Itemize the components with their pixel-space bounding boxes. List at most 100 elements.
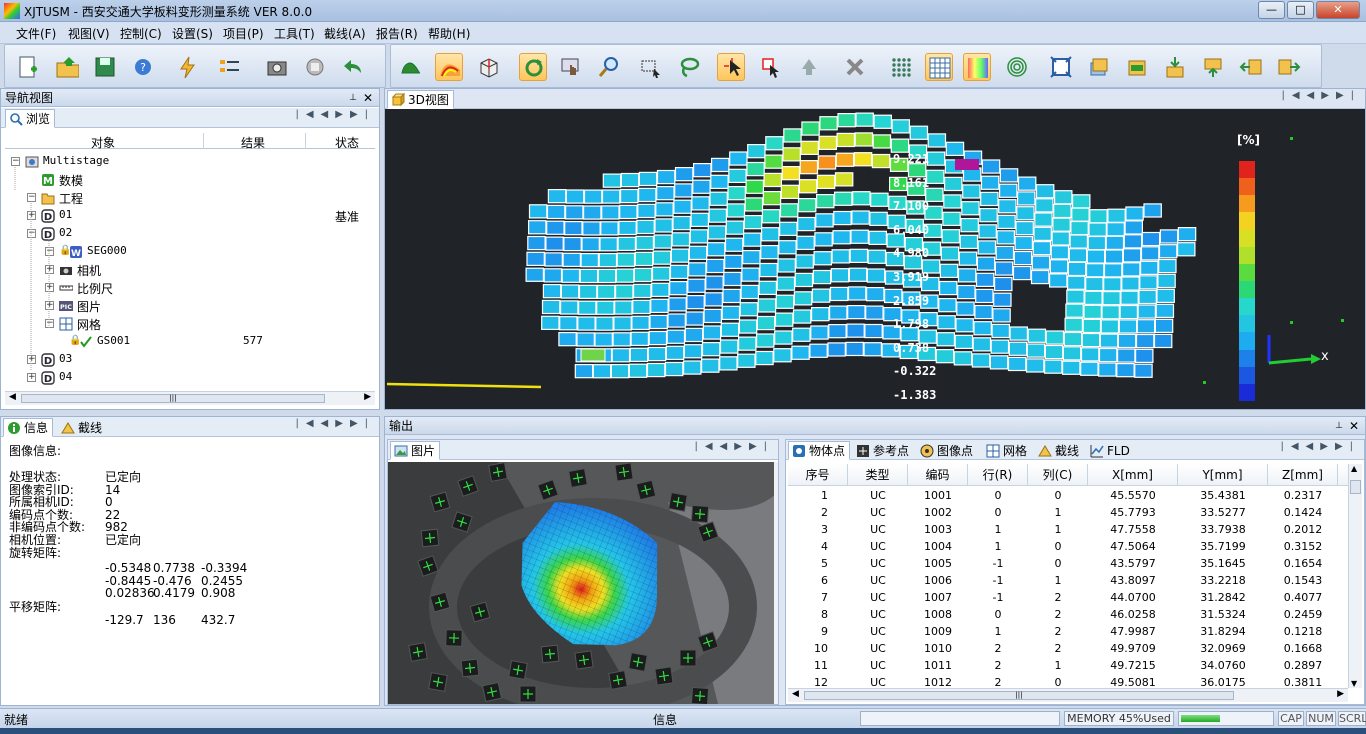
tree-item-工程[interactable]: − 工程 (1, 189, 377, 207)
help-button[interactable]: ? (129, 53, 157, 81)
points-vscroll-thumb[interactable] (1350, 480, 1361, 494)
view3d-nav-arrows[interactable]: |◀◀▶▶| (1282, 90, 1362, 101)
camera-button[interactable] (263, 53, 291, 81)
deformation-surface[interactable] (385, 111, 1365, 409)
image-nav-arrows[interactable]: |◀◀▶▶| (695, 441, 775, 452)
spiral-button[interactable] (1003, 53, 1031, 81)
model-shape-button[interactable] (397, 53, 425, 81)
collapse-icon[interactable]: − (45, 319, 54, 328)
tab-nav-arrows[interactable]: |◀◀▶▶| (296, 109, 376, 120)
col-column[interactable]: 列(C) (1028, 464, 1088, 486)
pointer-button[interactable] (717, 53, 745, 81)
zoom-button[interactable] (595, 53, 623, 81)
cube-button[interactable] (475, 53, 503, 81)
tab-reference-points[interactable]: 参考点 (852, 441, 914, 460)
points-grid-button[interactable] (887, 53, 915, 81)
rotate-button[interactable] (519, 53, 547, 81)
collapse-icon[interactable]: − (27, 229, 36, 238)
new-file-button[interactable] (13, 53, 41, 81)
tab-section[interactable]: 截线 (1034, 441, 1084, 460)
view-left-button[interactable] (1237, 53, 1265, 81)
tab-object-points[interactable]: 物体点 (788, 441, 851, 460)
open-folder-button[interactable] (53, 53, 81, 81)
undo-button[interactable] (339, 53, 367, 81)
collapse-icon[interactable]: − (45, 247, 54, 256)
menu-tools[interactable]: 工具(T) (274, 25, 315, 42)
tree-item-gs001[interactable]: 🔒 GS001 577 (1, 333, 377, 351)
expand-icon[interactable]: + (45, 283, 54, 292)
tree-item-比例尺[interactable]: + 比例尺 (1, 279, 377, 297)
menu-settings[interactable]: 设置(S) (172, 25, 213, 42)
tree-item-multistage[interactable]: − Multistage (1, 153, 377, 171)
menu-help[interactable]: 帮助(H) (428, 25, 470, 42)
delete-button[interactable] (841, 53, 869, 81)
image-scrollbar[interactable] (774, 462, 778, 704)
col-index[interactable]: 序号 (788, 464, 848, 486)
table-row[interactable]: 10 UC 1010 2 2 49.9709 32.0969 0.1668 0. (788, 640, 1348, 657)
select-point-button[interactable] (757, 53, 785, 81)
menu-file[interactable]: 文件(F) (16, 25, 56, 42)
col-x[interactable]: X[mm] (1088, 464, 1178, 486)
col-z[interactable]: Z[mm] (1268, 464, 1338, 486)
tree-item-网格[interactable]: − 网格 (1, 315, 377, 333)
table-row[interactable]: 1 UC 1001 0 0 45.5570 35.4381 0.2317 0. (788, 487, 1348, 504)
fit-view-button[interactable] (1047, 53, 1075, 81)
surface-contour-button[interactable] (435, 53, 463, 81)
tab-browse[interactable]: 浏览 (5, 109, 56, 128)
collapse-icon[interactable]: − (27, 193, 36, 202)
tab-info[interactable]: 信息 (3, 418, 54, 437)
stop-button[interactable] (301, 53, 329, 81)
points-hscroll-thumb[interactable]: ||| (804, 691, 1234, 700)
col-object[interactable]: 对象 (91, 134, 115, 151)
output-close-icon[interactable]: ✕ (1349, 417, 1359, 435)
table-row[interactable]: 11 UC 1011 2 1 49.7215 34.0760 0.2897 0. (788, 657, 1348, 674)
table-row[interactable]: 5 UC 1005 -1 0 43.5797 35.1645 0.1654 0. (788, 555, 1348, 572)
tab-image[interactable]: 图片 (390, 441, 441, 460)
view-top-button[interactable] (1123, 53, 1151, 81)
list-button[interactable] (215, 53, 243, 81)
col-result[interactable]: 结果 (241, 134, 265, 151)
pan-hand-button[interactable] (557, 53, 585, 81)
lasso-button[interactable] (675, 53, 703, 81)
tree-item-seg000[interactable]: − 🔒 W SEG000 (1, 243, 377, 261)
col-code[interactable]: 编码 (908, 464, 968, 486)
tab-section-line[interactable]: 截线 (57, 418, 107, 437)
tree-item-02[interactable]: − D 02 (1, 225, 377, 243)
tree-item-数模[interactable]: M 数模 (1, 171, 377, 189)
tab-fld[interactable]: FLD (1086, 441, 1135, 460)
col-type[interactable]: 类型 (848, 464, 908, 486)
table-row[interactable]: 9 UC 1009 1 2 47.9987 31.8294 0.1218 0. (788, 623, 1348, 640)
mesh-grid-button[interactable] (925, 53, 953, 81)
maximize-button[interactable]: □ (1287, 1, 1314, 19)
tree-hscroll-thumb[interactable]: ||| (21, 394, 325, 403)
collapse-icon[interactable]: − (11, 157, 20, 166)
menu-project[interactable]: 项目(P) (223, 25, 264, 42)
tree-item-04[interactable]: + D 04 (1, 369, 377, 387)
tree-item-03[interactable]: + D 03 (1, 351, 377, 369)
expand-icon[interactable]: + (27, 355, 36, 364)
menu-view[interactable]: 视图(V) (68, 25, 110, 42)
close-button[interactable]: ✕ (1316, 1, 1360, 19)
lightning-button[interactable] (173, 53, 201, 81)
view-right-button[interactable] (1275, 53, 1303, 81)
menu-report[interactable]: 报告(R) (376, 25, 418, 42)
points-nav-arrows[interactable]: |◀◀▶▶| (1281, 441, 1361, 452)
tab-image-points[interactable]: 图像点 (916, 441, 978, 460)
col-y[interactable]: Y[mm] (1178, 464, 1268, 486)
expand-icon[interactable]: + (27, 211, 36, 220)
panel-close-icon[interactable]: ✕ (363, 89, 373, 107)
pin-icon[interactable]: ⊥ (349, 89, 357, 107)
color-map-button[interactable] (963, 53, 991, 81)
camera-image[interactable] (388, 462, 778, 704)
expand-icon[interactable]: + (45, 265, 54, 274)
info-nav-arrows[interactable]: |◀◀▶▶| (296, 418, 376, 429)
table-row[interactable]: 6 UC 1006 -1 1 43.8097 33.2218 0.1543 -0. (788, 572, 1348, 589)
col-row[interactable]: 行(R) (968, 464, 1028, 486)
tab-3d-view[interactable]: 3D视图 (387, 90, 454, 109)
table-row[interactable]: 8 UC 1008 0 2 46.0258 31.5324 0.2459 0. (788, 606, 1348, 623)
tree-item-图片[interactable]: + PIC 图片 (1, 297, 377, 315)
col-status[interactable]: 状态 (335, 134, 359, 151)
table-row[interactable]: 3 UC 1003 1 1 47.7558 33.7938 0.2012 0. (788, 521, 1348, 538)
tab-grid[interactable]: 网格 (982, 441, 1032, 460)
view-side-button[interactable] (1199, 53, 1227, 81)
